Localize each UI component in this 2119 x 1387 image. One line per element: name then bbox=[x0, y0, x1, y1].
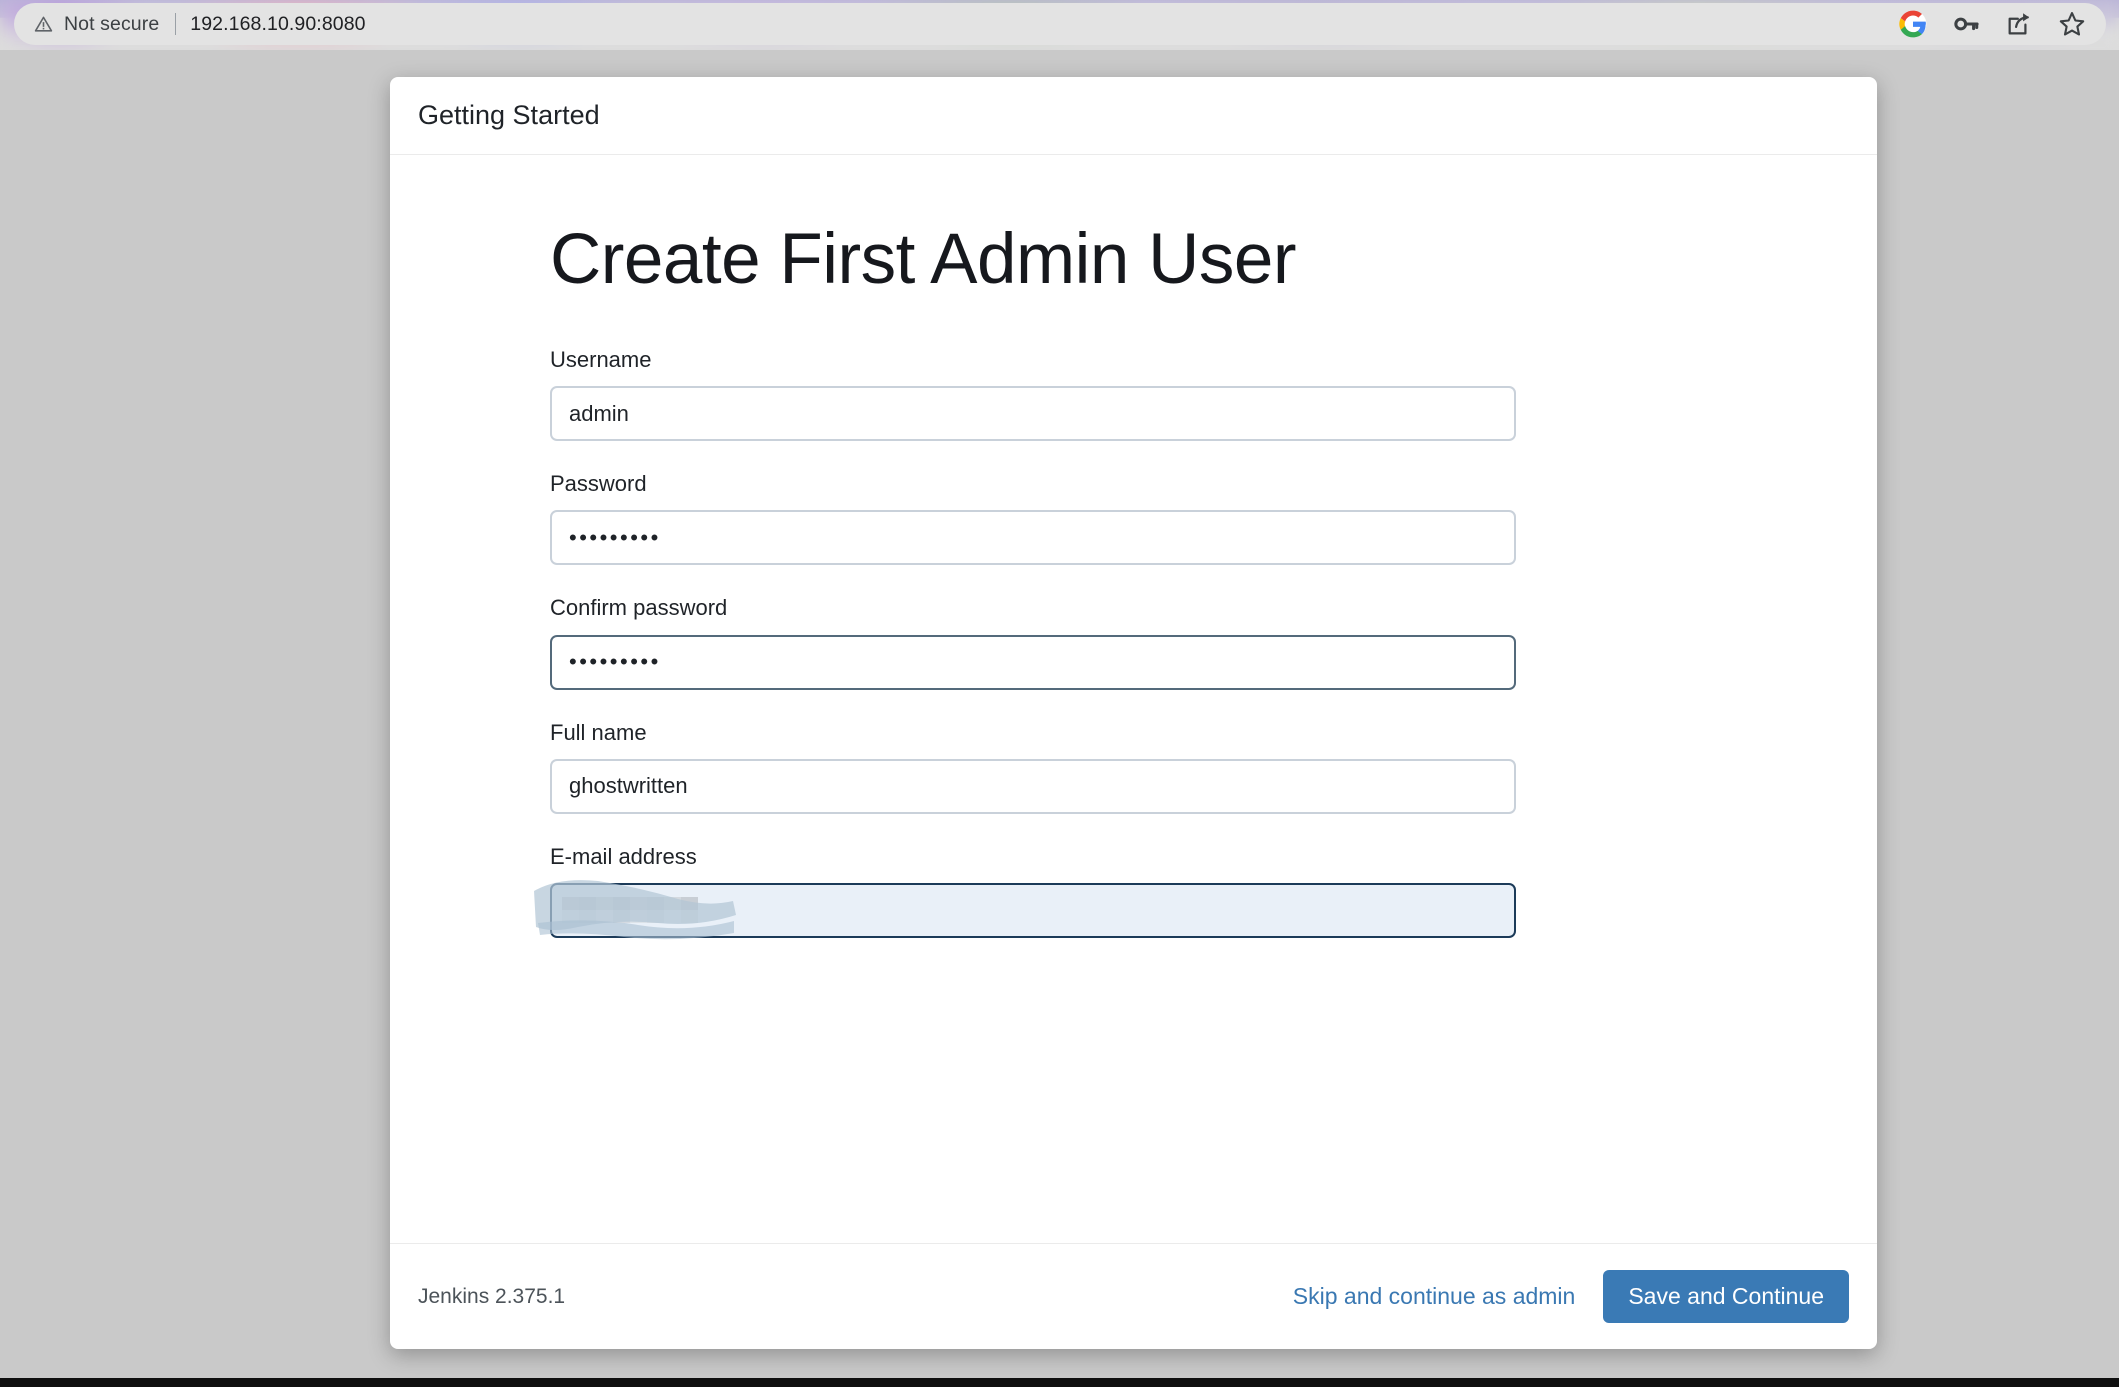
security-status-label: Not secure bbox=[64, 12, 160, 35]
confirm-password-value-masked: ••••••••• bbox=[569, 649, 661, 675]
confirm-password-label: Confirm password bbox=[550, 595, 728, 621]
field-group-confirm-password: Confirm password ••••••••• bbox=[550, 595, 1550, 690]
save-and-continue-button[interactable]: Save and Continue bbox=[1603, 1270, 1849, 1323]
password-key-icon[interactable] bbox=[1952, 10, 1980, 38]
full-name-value: ghostwritten bbox=[569, 773, 688, 799]
email-field-row bbox=[534, 880, 1560, 940]
email-input[interactable] bbox=[550, 882, 1516, 938]
password-label: Password bbox=[550, 471, 647, 497]
version-label: Jenkins 2.375.1 bbox=[418, 1284, 566, 1308]
username-label: Username bbox=[550, 347, 652, 372]
password-input[interactable]: ••••••••• bbox=[550, 510, 1516, 566]
warning-triangle-icon bbox=[34, 16, 53, 32]
full-name-input[interactable]: ghostwritten bbox=[550, 758, 1516, 814]
modal-header: Getting Started bbox=[390, 77, 1877, 155]
modal-title: Getting Started bbox=[418, 100, 600, 130]
skip-and-continue-link[interactable]: Skip and continue as admin bbox=[1285, 1277, 1584, 1316]
email-label: E-mail address bbox=[550, 843, 697, 869]
footer-actions: Skip and continue as admin Save and Cont… bbox=[1285, 1270, 1849, 1323]
field-group-password: Password ••••••••• bbox=[550, 471, 1550, 566]
getting-started-modal: Getting Started Create First Admin User … bbox=[390, 77, 1877, 1349]
field-group-email: E-mail address bbox=[534, 843, 1550, 940]
field-group-username: Username admin bbox=[550, 347, 1550, 442]
username-input[interactable]: admin bbox=[550, 386, 1516, 442]
password-value-masked: ••••••••• bbox=[569, 524, 661, 550]
modal-body: Create First Admin User Username admin P… bbox=[390, 155, 1877, 1243]
browser-chrome: Not secure 192.168.10.90:8080 bbox=[0, 0, 2119, 50]
omnibox-actions bbox=[1899, 10, 2086, 38]
full-name-label: Full name bbox=[550, 719, 647, 745]
modal-footer: Jenkins 2.375.1 Skip and continue as adm… bbox=[390, 1243, 1877, 1349]
google-account-icon[interactable] bbox=[1899, 10, 1927, 38]
omnibox-divider bbox=[175, 13, 177, 35]
username-value: admin bbox=[569, 400, 629, 426]
address-bar[interactable]: Not secure 192.168.10.90:8080 bbox=[14, 3, 2106, 45]
share-icon[interactable] bbox=[2005, 10, 2033, 38]
confirm-password-input[interactable]: ••••••••• bbox=[550, 634, 1516, 690]
bookmark-star-icon[interactable] bbox=[2058, 10, 2086, 38]
admin-user-form: Create First Admin User Username admin P… bbox=[534, 220, 1550, 969]
url-text[interactable]: 192.168.10.90:8080 bbox=[190, 13, 365, 36]
bottom-black-bar bbox=[0, 1378, 2119, 1387]
field-group-full-name: Full name ghostwritten bbox=[550, 719, 1550, 814]
page-title: Create First Admin User bbox=[550, 220, 1297, 299]
